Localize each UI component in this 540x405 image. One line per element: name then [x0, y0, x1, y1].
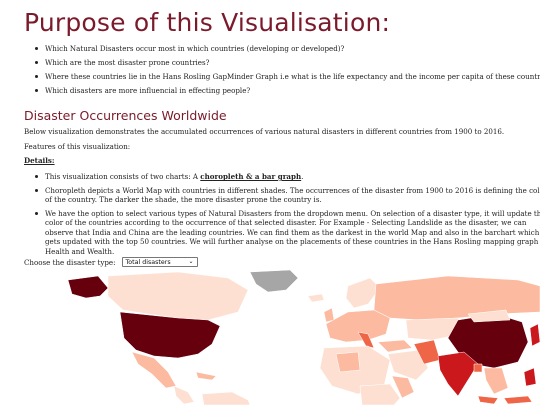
map-region-uk[interactable] [323, 307, 335, 323]
details-item-text: This visualization consists of two chart… [45, 172, 201, 181]
map-region-southeast-asia[interactable] [483, 367, 509, 395]
select-value: Total disasters [125, 258, 171, 266]
map-region-europe[interactable] [325, 309, 391, 343]
map-region-russia[interactable] [373, 275, 540, 321]
page-title: Purpose of this Visualisation: [24, 8, 391, 37]
details-item: Choropleth depicts a World Map with coun… [33, 186, 540, 205]
map-region-india[interactable] [437, 351, 479, 397]
map-region-alaska[interactable] [67, 275, 109, 299]
disaster-type-select[interactable]: Total disasters ⌄ [121, 257, 198, 267]
map-region-central-america[interactable] [173, 385, 195, 405]
details-item: We have the option to select various typ… [33, 209, 540, 257]
details-list: This visualization consists of two chart… [33, 172, 540, 261]
purpose-item: Where these countries lie in the Hans Ro… [33, 72, 540, 82]
map-region-turkey[interactable] [377, 339, 413, 353]
details-label: Details: [24, 156, 55, 165]
map-region-central-africa[interactable] [359, 383, 401, 405]
world-choropleth-map[interactable] [28, 268, 540, 405]
map-region-caribbean[interactable] [195, 371, 217, 381]
map-region-indonesia[interactable] [477, 395, 499, 405]
map-region-japan[interactable] [529, 323, 540, 347]
purpose-item: Which Natural Disasters occur most in wh… [33, 44, 533, 54]
map-region-iceland[interactable] [307, 293, 325, 303]
chevron-down-icon: ⌄ [188, 258, 194, 265]
purpose-list: Which Natural Disasters occur most in wh… [33, 44, 540, 100]
disaster-chooser: Choose the disaster type: Total disaster… [24, 257, 198, 267]
chart-types-link[interactable]: choropleth & a bar graph [200, 172, 301, 181]
chooser-label: Choose the disaster type: [24, 257, 116, 267]
map-region-philippines[interactable] [523, 367, 537, 387]
purpose-item: Which disasters are more influencial in … [33, 86, 533, 96]
purpose-item: Which are the most disaster prone countr… [33, 58, 533, 68]
features-label: Features of this visualization: [24, 142, 131, 151]
map-region-algeria[interactable] [335, 351, 361, 373]
map-region-south-america[interactable] [201, 391, 251, 405]
section-title: Disaster Occurrences Worldwide [24, 108, 227, 123]
map-region-bangladesh[interactable] [473, 363, 483, 373]
intro-text: Below visualization demonstrates the acc… [24, 127, 505, 136]
details-item-text: . [301, 172, 304, 181]
details-item: This visualization consists of two chart… [33, 172, 540, 182]
map-region-greenland[interactable] [249, 269, 299, 293]
map-region-indonesia-east[interactable] [503, 395, 533, 405]
